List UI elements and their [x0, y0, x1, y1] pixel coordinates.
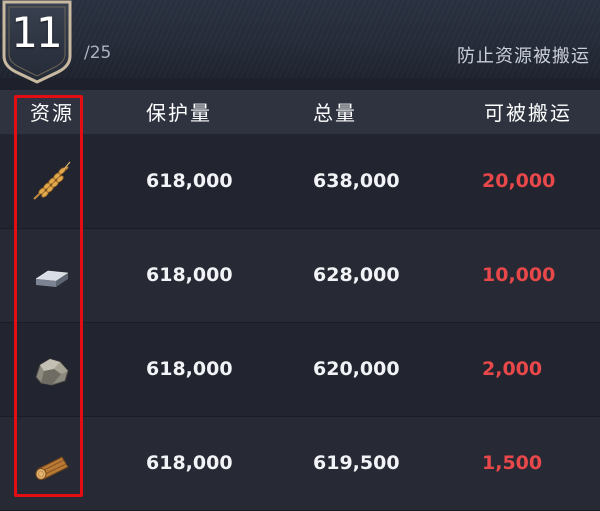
movable-amount: 20,000 [482, 170, 556, 192]
column-header-protected: 保护量 [146, 101, 212, 125]
table-row: 618,000 638,000 20,000 [0, 135, 600, 229]
protected-amount: 618,000 [146, 264, 233, 286]
table-row: 618,000 628,000 10,000 [0, 229, 600, 323]
stone-icon [28, 347, 74, 393]
movable-amount: 2,000 [482, 358, 543, 380]
level-number: 11 [11, 8, 62, 57]
column-header-total: 总量 [313, 101, 357, 125]
resource-table: 资源 保护量 总量 可被搬运 618,000 638,000 20,000 61… [0, 90, 600, 511]
movable-amount: 10,000 [482, 264, 556, 286]
resource-protection-panel: 11 /25 防止资源被搬运 资源 保护量 总量 可被搬运 618,000 63… [0, 0, 600, 511]
level-max: /25 [84, 43, 112, 63]
column-header-resource: 资源 [30, 101, 74, 125]
total-amount: 638,000 [313, 170, 400, 192]
movable-amount: 1,500 [482, 452, 543, 474]
table-row: 618,000 620,000 2,000 [0, 323, 600, 417]
wheat-icon [28, 159, 74, 205]
total-amount: 619,500 [313, 452, 400, 474]
protected-amount: 618,000 [146, 170, 233, 192]
table-row: 618,000 619,500 1,500 [0, 417, 600, 511]
wood-log-icon [28, 441, 74, 487]
column-header-movable: 可被搬运 [484, 101, 572, 125]
protected-amount: 618,000 [146, 358, 233, 380]
protected-amount: 618,000 [146, 452, 233, 474]
table-header: 资源 保护量 总量 可被搬运 [0, 90, 600, 135]
panel-title: 防止资源被搬运 [457, 46, 590, 67]
total-amount: 628,000 [313, 264, 400, 286]
iron-ingot-icon [28, 253, 74, 299]
total-amount: 620,000 [313, 358, 400, 380]
